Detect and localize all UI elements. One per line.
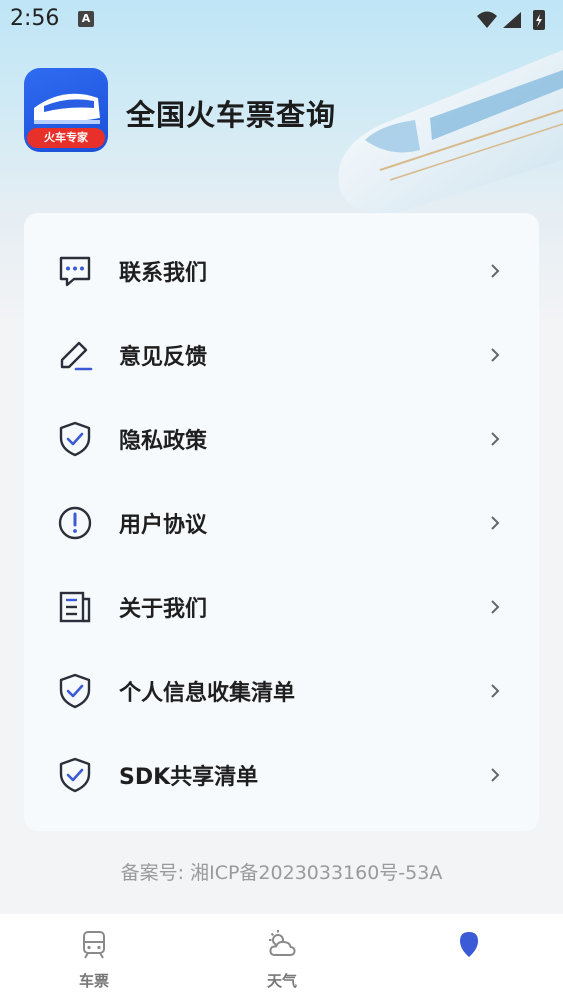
tab-tickets[interactable]: 车票 xyxy=(0,914,188,1002)
location-icon xyxy=(460,932,478,957)
edit-icon xyxy=(60,341,93,371)
icp-record: 备案号: 湘ICP备2023033160号-53A xyxy=(120,862,443,884)
menu-item-about[interactable]: 关于我们 xyxy=(24,565,539,649)
shield-check-icon xyxy=(59,757,91,793)
menu-item-label: 关于我们 xyxy=(119,597,208,622)
weather-icon xyxy=(269,930,296,956)
status-time: 2:56 xyxy=(10,6,60,31)
shield-check-icon xyxy=(59,421,91,457)
menu-item-label: 个人信息收集清单 xyxy=(119,681,296,706)
menu-item-label: 意见反馈 xyxy=(119,345,208,370)
menu-item-label: 联系我们 xyxy=(119,261,208,286)
document-icon xyxy=(59,591,91,623)
tab-label: 天气 xyxy=(266,972,297,990)
bottom-tab-bar: 车票 天气 xyxy=(0,914,563,1002)
signal-icon xyxy=(503,12,521,28)
alert-circle-icon xyxy=(58,506,92,540)
menu-item-sdk-list[interactable]: SDK共享清单 xyxy=(24,733,539,817)
train-illustration xyxy=(338,50,563,214)
logo-ribbon: 火车专家 xyxy=(27,128,105,148)
menu-item-label: SDK共享清单 xyxy=(119,765,259,790)
chevron-right-icon xyxy=(491,348,500,362)
menu-item-contact[interactable]: 联系我们 xyxy=(24,229,539,313)
menu-item-user-agreement[interactable]: 用户协议 xyxy=(24,481,539,565)
menu-item-label: 用户协议 xyxy=(119,513,208,538)
tab-mine-active[interactable] xyxy=(375,914,563,1002)
chevron-right-icon xyxy=(491,432,500,446)
app-logo: 火车专家 xyxy=(24,68,108,152)
chevron-right-icon xyxy=(491,600,500,614)
menu-item-privacy-policy[interactable]: 隐私政策 xyxy=(24,397,539,481)
train-icon xyxy=(83,931,105,959)
settings-menu-card: 联系我们 意见反馈 隐私政策 用户协议 关于我们 个人信息收集清单 SDK共享清… xyxy=(24,213,539,831)
menu-item-label: 隐私政策 xyxy=(119,429,208,454)
tab-label: 车票 xyxy=(78,972,109,990)
tab-weather[interactable]: 天气 xyxy=(188,914,376,1002)
chevron-right-icon xyxy=(491,516,500,530)
chevron-right-icon xyxy=(491,768,500,782)
status-bar: 2:56 A xyxy=(0,0,563,40)
input-method-icon: A xyxy=(78,11,94,27)
chevron-right-icon xyxy=(491,684,500,698)
menu-item-personal-info-list[interactable]: 个人信息收集清单 xyxy=(24,649,539,733)
page-title: 全国火车票查询 xyxy=(126,98,337,132)
system-status-icons xyxy=(477,10,545,30)
chat-icon xyxy=(59,256,91,287)
wifi-icon xyxy=(477,11,497,28)
chevron-right-icon xyxy=(491,264,500,278)
menu-item-feedback[interactable]: 意见反馈 xyxy=(24,313,539,397)
shield-check-icon xyxy=(59,673,91,709)
